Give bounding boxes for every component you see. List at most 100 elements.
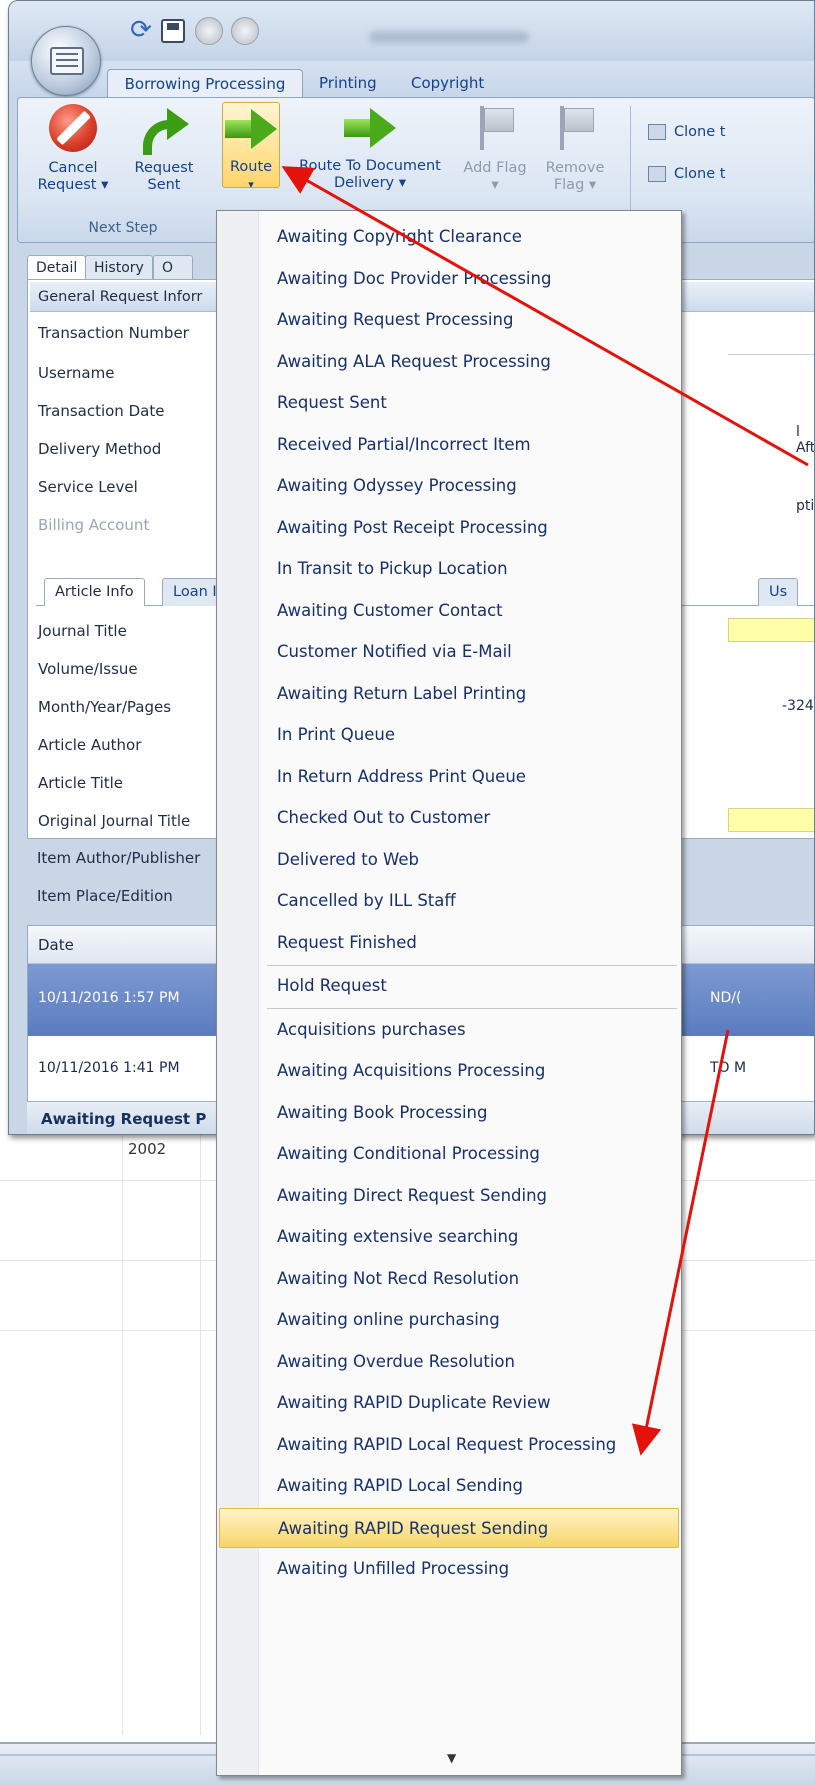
route-menu-item[interactable]: Awaiting RAPID Local Request Processing [219,1425,679,1465]
route-menu-item[interactable]: Awaiting online purchasing [219,1300,679,1340]
route-menu-item[interactable]: Awaiting Post Receipt Processing [219,508,679,548]
clone-label-2: Clone t [674,166,726,182]
field-month-year-pages: Month/Year/Pages [38,698,172,716]
route-button[interactable]: Route ▾ [222,102,280,191]
route-menu-item[interactable]: Awaiting Not Recd Resolution [219,1259,679,1299]
route-menu-item[interactable]: Awaiting Return Label Printing [219,674,679,714]
route-menu-item[interactable]: Customer Notified via E-Mail [219,632,679,672]
field-value-partial: l Aft [796,424,815,456]
clone-button-2[interactable]: Clone t [648,166,725,182]
field-journal-title: Journal Title [38,622,127,640]
pages-value-partial: -324 [782,698,814,714]
sheet-year-cell: 2002 [128,1140,167,1158]
route-menu-item[interactable]: In Transit to Pickup Location [219,549,679,589]
request-sent-button[interactable]: Request Sent [122,104,206,194]
route-menu-item[interactable]: Awaiting Book Processing [219,1093,679,1133]
route-menu-item[interactable]: Received Partial/Incorrect Item [219,425,679,465]
add-flag-label-2: ▾ [491,177,499,193]
route-menu-item[interactable]: Awaiting Doc Provider Processing [219,259,679,299]
request-sent-label-2: Sent [147,177,181,193]
field-volume-issue: Volume/Issue [38,660,138,678]
route-menu-item[interactable]: Awaiting RAPID Request Sending [219,1507,679,1548]
flag-add-icon [472,104,518,152]
route-doc-label: Route To Document [299,158,441,174]
route-menu-item[interactable]: Awaiting RAPID Local Sending [219,1466,679,1506]
route-menu-item[interactable]: Awaiting Odyssey Processing [219,466,679,506]
route-to-document-delivery-button[interactable]: Route To Document Delivery ▾ [290,104,450,192]
application-menu-button[interactable] [31,26,101,96]
field-item-place-edition: Item Place/Edition [37,887,173,905]
sheet-gridline [200,1135,201,1735]
refresh-icon[interactable]: ⟳ [127,17,155,45]
route-menu-item[interactable]: Awaiting Acquisitions Processing [219,1051,679,1091]
cancel-request-button[interactable]: Cancel Request ▾ [32,104,114,194]
field-delivery-method: Delivery Method [38,440,162,458]
route-menu-item[interactable]: Awaiting extensive searching [219,1217,679,1257]
document-icon [50,47,84,75]
curved-arrow-icon [139,106,189,155]
tab-article-info[interactable]: Article Info [44,578,145,606]
back-icon[interactable] [195,17,223,45]
remove-flag-button[interactable]: Remove Flag ▾ [538,104,612,194]
tab-us[interactable]: Us [758,578,799,606]
history-note-partial: TO M [710,1060,747,1076]
save-icon[interactable] [161,19,185,43]
route-menu-item[interactable]: Awaiting ALA Request Processing [219,342,679,382]
field-article-title: Article Title [38,774,124,792]
clone-label-1: Clone t [674,124,726,140]
add-flag-button[interactable]: Add Flag ▾ [458,104,532,194]
tab-detail[interactable]: Detail [27,255,87,281]
route-menu-item[interactable]: Hold Request [219,966,679,1006]
field-divider [728,354,814,355]
route-menu-item[interactable]: Awaiting RAPID Duplicate Review [219,1383,679,1423]
field-transaction-date: Transaction Date [38,402,165,420]
scroll-down-icon[interactable]: ▼ [447,1751,456,1765]
route-menu-item[interactable]: Awaiting Overdue Resolution [219,1342,679,1382]
route-label: Route [229,159,273,175]
field-transaction-number: Transaction Number [38,324,189,342]
route-menu-item[interactable]: Awaiting Direct Request Sending [219,1176,679,1216]
journal-title-input[interactable] [728,618,814,642]
forward-icon[interactable] [231,17,259,45]
field-article-author: Article Author [38,736,142,754]
route-menu-item[interactable]: Awaiting Copyright Clearance [219,217,679,257]
field-billing-account: Billing Account [38,516,150,534]
route-menu-item[interactable]: Awaiting Customer Contact [219,591,679,631]
route-menu-item[interactable]: Request Sent [219,383,679,423]
add-flag-label: Add Flag [463,160,527,176]
route-dropdown-arrow: ▾ [248,178,254,191]
clone-icon [648,124,666,140]
remove-flag-label: Remove [545,160,605,176]
route-menu-item[interactable]: Acquisitions purchases [219,1010,679,1050]
route-menu-item[interactable]: Request Finished [219,923,679,963]
arrow-right-icon [225,109,277,149]
route-menu-item[interactable]: In Return Address Print Queue [219,757,679,797]
route-doc-label-2: Delivery ▾ [333,175,407,191]
arrow-right-icon [344,108,396,148]
route-menu-item[interactable]: Delivered to Web [219,840,679,880]
ribbon-tab-row: Borrowing Processing Printing Copyright [9,61,814,101]
cancel-request-label: Cancel [48,160,98,176]
route-menu-item[interactable]: Checked Out to Customer [219,798,679,838]
tab-history[interactable]: History [85,255,153,281]
flag-remove-icon [552,104,598,152]
field-service-level: Service Level [38,478,138,496]
route-menu-item[interactable]: Cancelled by ILL Staff [219,881,679,921]
route-menu-item[interactable]: In Print Queue [219,715,679,755]
history-date-cell: 10/11/2016 1:41 PM [38,1060,180,1076]
route-menu-item[interactable]: Awaiting Unfilled Processing [219,1549,679,1589]
window-title-blurred [369,31,529,43]
clone-icon [648,166,666,182]
ribbon-group-label: Next Step [88,220,158,236]
clone-button-1[interactable]: Clone t [648,124,725,140]
request-sent-label: Request [134,160,194,176]
route-dropdown-menu: Awaiting Copyright Clearance Awaiting Doc… [216,210,682,1776]
route-menu-item[interactable]: Awaiting Conditional Processing [219,1134,679,1174]
cancel-request-label-2: Request ▾ [37,177,109,193]
sheet-gridline [122,1135,123,1735]
route-menu-item[interactable]: Awaiting Request Processing [219,300,679,340]
tab-other[interactable]: O [153,255,193,281]
cancel-icon [49,104,97,152]
original-journal-title-input[interactable] [728,808,814,832]
field-username: Username [38,364,115,382]
